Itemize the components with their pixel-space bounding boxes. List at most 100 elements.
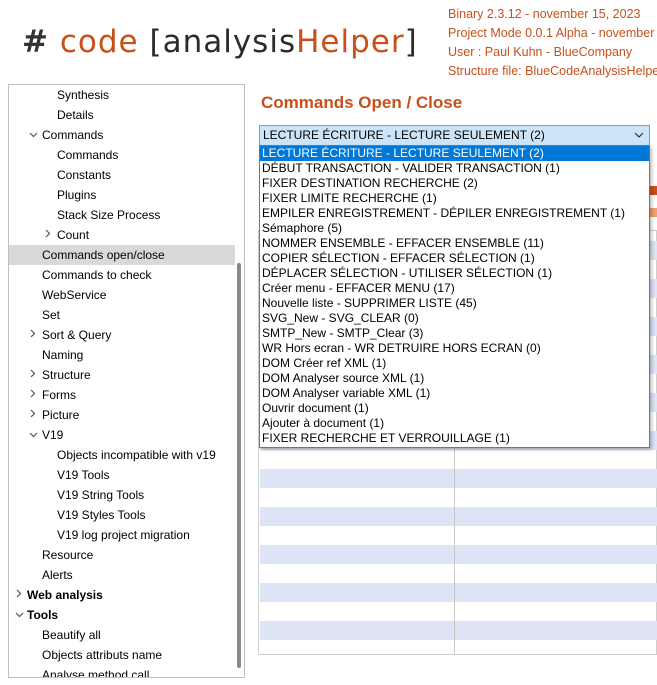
sidebar-item[interactable]: Forms	[9, 385, 235, 405]
chevron-down-icon[interactable]	[13, 605, 25, 625]
sidebar-item[interactable]: Commands open/close	[9, 245, 235, 265]
dropdown-option[interactable]: NOMMER ENSEMBLE - EFFACER ENSEMBLE (11)	[260, 236, 649, 251]
chevron-down-icon[interactable]	[27, 425, 39, 445]
table-row[interactable]	[260, 545, 657, 564]
sidebar-item[interactable]: Sort & Query	[9, 325, 235, 345]
sidebar-item-label: Details	[57, 108, 94, 122]
logo-close-bracket: ]	[404, 24, 418, 60]
sidebar-item[interactable]: WebService	[9, 285, 235, 305]
dropdown-option[interactable]: WR Hors ecran - WR DETRUIRE HORS ECRAN (…	[260, 341, 649, 356]
chevron-right-icon[interactable]	[27, 365, 39, 385]
command-pair-dropdown[interactable]: LECTURE ÉCRITURE - LECTURE SEULEMENT (2)…	[259, 145, 650, 448]
sidebar-item[interactable]: V19	[9, 425, 235, 445]
sidebar-item-label: V19 String Tools	[57, 488, 145, 502]
sidebar-item-label: Constants	[57, 168, 112, 182]
sidebar-item-label: V19 log project migration	[57, 528, 190, 542]
dropdown-option[interactable]: Sémaphore (5)	[260, 221, 649, 236]
structure-file: Structure file: BlueCodeAnalysisHelper	[448, 64, 657, 78]
dropdown-option[interactable]: SVG_New - SVG_CLEAR (0)	[260, 311, 649, 326]
chevron-right-icon[interactable]	[42, 225, 54, 245]
sidebar-item-label: Commands to check	[42, 268, 152, 282]
sidebar-item[interactable]: Set	[9, 305, 235, 325]
sidebar-item[interactable]: Structure	[9, 365, 235, 385]
dropdown-option[interactable]: LECTURE ÉCRITURE - LECTURE SEULEMENT (2)	[260, 146, 649, 161]
sidebar-item[interactable]: V19 Styles Tools	[9, 505, 235, 525]
chevron-right-icon[interactable]	[27, 325, 39, 345]
sidebar-item[interactable]: Resource	[9, 545, 235, 565]
sidebar-item[interactable]: Constants	[9, 165, 235, 185]
sidebar-item-label: WebService	[42, 288, 107, 302]
sidebar-item[interactable]: Picture	[9, 405, 235, 425]
sidebar-item[interactable]: Beautify all	[9, 625, 235, 645]
chevron-right-icon[interactable]	[13, 585, 25, 605]
command-pair-select[interactable]: LECTURE ÉCRITURE - LECTURE SEULEMENT (2)	[259, 125, 650, 146]
dropdown-option[interactable]: Nouvelle liste - SUPPRIMER LISTE (45)	[260, 296, 649, 311]
dropdown-option[interactable]: DOM Analyser source XML (1)	[260, 371, 649, 386]
sidebar-item[interactable]: Naming	[9, 345, 235, 365]
sidebar-item[interactable]: Synthesis	[9, 85, 235, 105]
sidebar-item-label: Commands open/close	[42, 248, 165, 262]
sidebar-item-label: Plugins	[57, 188, 97, 202]
dropdown-option[interactable]: DÉBUT TRANSACTION - VALIDER TRANSACTION …	[260, 161, 649, 176]
sidebar-item-label: Count	[57, 228, 90, 242]
sidebar-item[interactable]: Web analysis	[9, 585, 235, 605]
sidebar-item-label: Alerts	[42, 568, 73, 582]
chevron-down-icon[interactable]	[629, 126, 649, 145]
sidebar-item-label: Resource	[42, 548, 94, 562]
table-row[interactable]	[260, 469, 657, 488]
sidebar-item-label: V19	[42, 428, 64, 442]
dropdown-option[interactable]: SMTP_New - SMTP_Clear (3)	[260, 326, 649, 341]
sidebar-item[interactable]: V19 String Tools	[9, 485, 235, 505]
dropdown-option[interactable]: DOM Analyser variable XML (1)	[260, 386, 649, 401]
sidebar-item-label: Commands	[57, 148, 119, 162]
sidebar-item[interactable]: V19 log project migration	[9, 525, 235, 545]
sidebar-item[interactable]: Objects incompatible with v19	[9, 445, 235, 465]
select-value: LECTURE ÉCRITURE - LECTURE SEULEMENT (2)	[263, 128, 545, 142]
logo-code: code	[59, 24, 139, 60]
dropdown-option[interactable]: Ouvrir document (1)	[260, 401, 649, 416]
chevron-right-icon[interactable]	[27, 385, 39, 405]
sidebar-item[interactable]: Stack Size Process	[9, 205, 235, 225]
sidebar-item[interactable]: Alerts	[9, 565, 235, 585]
sidebar-scrollbar[interactable]	[237, 263, 241, 668]
sidebar-item-label: Forms	[42, 388, 76, 402]
sidebar-item-label: Objects incompatible with v19	[57, 448, 216, 462]
page-title: Commands Open / Close	[261, 93, 463, 112]
logo-helper: Helper	[296, 24, 405, 60]
dropdown-option[interactable]: COPIER SÉLECTION - EFFACER SÉLECTION (1)	[260, 251, 649, 266]
tree-list: Synthesis Details Commands Commands Constant…	[9, 85, 235, 677]
dropdown-option[interactable]: FIXER LIMITE RECHERCHE (1)	[260, 191, 649, 206]
dropdown-option[interactable]: FIXER RECHERCHE ET VERROUILLAGE (1)	[260, 431, 649, 446]
sidebar-item[interactable]: Tools	[9, 605, 235, 625]
table-row[interactable]	[260, 583, 657, 602]
sidebar-item-label: Tools	[27, 608, 59, 622]
table-row[interactable]	[260, 621, 657, 640]
sidebar-item[interactable]: Analyse method call	[9, 665, 235, 677]
sidebar-item-label: Stack Size Process	[57, 208, 161, 222]
sidebar-item[interactable]: V19 Tools	[9, 465, 235, 485]
sidebar-item[interactable]: Commands to check	[9, 265, 235, 285]
app-logo: # code [analysisHelper]	[22, 22, 418, 62]
dropdown-option[interactable]: DOM Créer ref XML (1)	[260, 356, 649, 371]
dropdown-option[interactable]: EMPILER ENREGISTREMENT - DÉPILER ENREGIS…	[260, 206, 649, 221]
logo-open-bracket: [	[149, 24, 163, 60]
sidebar-item[interactable]: Plugins	[9, 185, 235, 205]
chevron-down-icon[interactable]	[27, 125, 39, 145]
sidebar-item[interactable]: Commands	[9, 145, 235, 165]
sidebar-item[interactable]: Details	[9, 105, 235, 125]
app-info: Binary 2.3.12 - november 15, 2023 Projec…	[448, 5, 657, 81]
dropdown-option[interactable]: Créer menu - EFFACER MENU (17)	[260, 281, 649, 296]
dropdown-option[interactable]: FIXER DESTINATION RECHERCHE (2)	[260, 176, 649, 191]
sidebar-item-label: Synthesis	[57, 88, 110, 102]
sidebar-item[interactable]: Objects attributs name	[9, 645, 235, 665]
chevron-right-icon[interactable]	[27, 405, 39, 425]
sidebar-item[interactable]: Commands	[9, 125, 235, 145]
dropdown-option[interactable]: DÉPLACER SÉLECTION - UTILISER SÉLECTION …	[260, 266, 649, 281]
sidebar-item-label: Commands	[42, 128, 104, 142]
table-row[interactable]	[260, 507, 657, 526]
sidebar-item[interactable]: Count	[9, 225, 235, 245]
dropdown-option[interactable]: Ajouter à document (1)	[260, 416, 649, 431]
sidebar-tree[interactable]: Synthesis Details Commands Commands Constant…	[8, 84, 245, 678]
binary-version: Binary 2.3.12 - november 15, 2023	[448, 7, 641, 21]
project-mode: Project Mode 0.0.1 Alpha - november	[448, 26, 655, 40]
